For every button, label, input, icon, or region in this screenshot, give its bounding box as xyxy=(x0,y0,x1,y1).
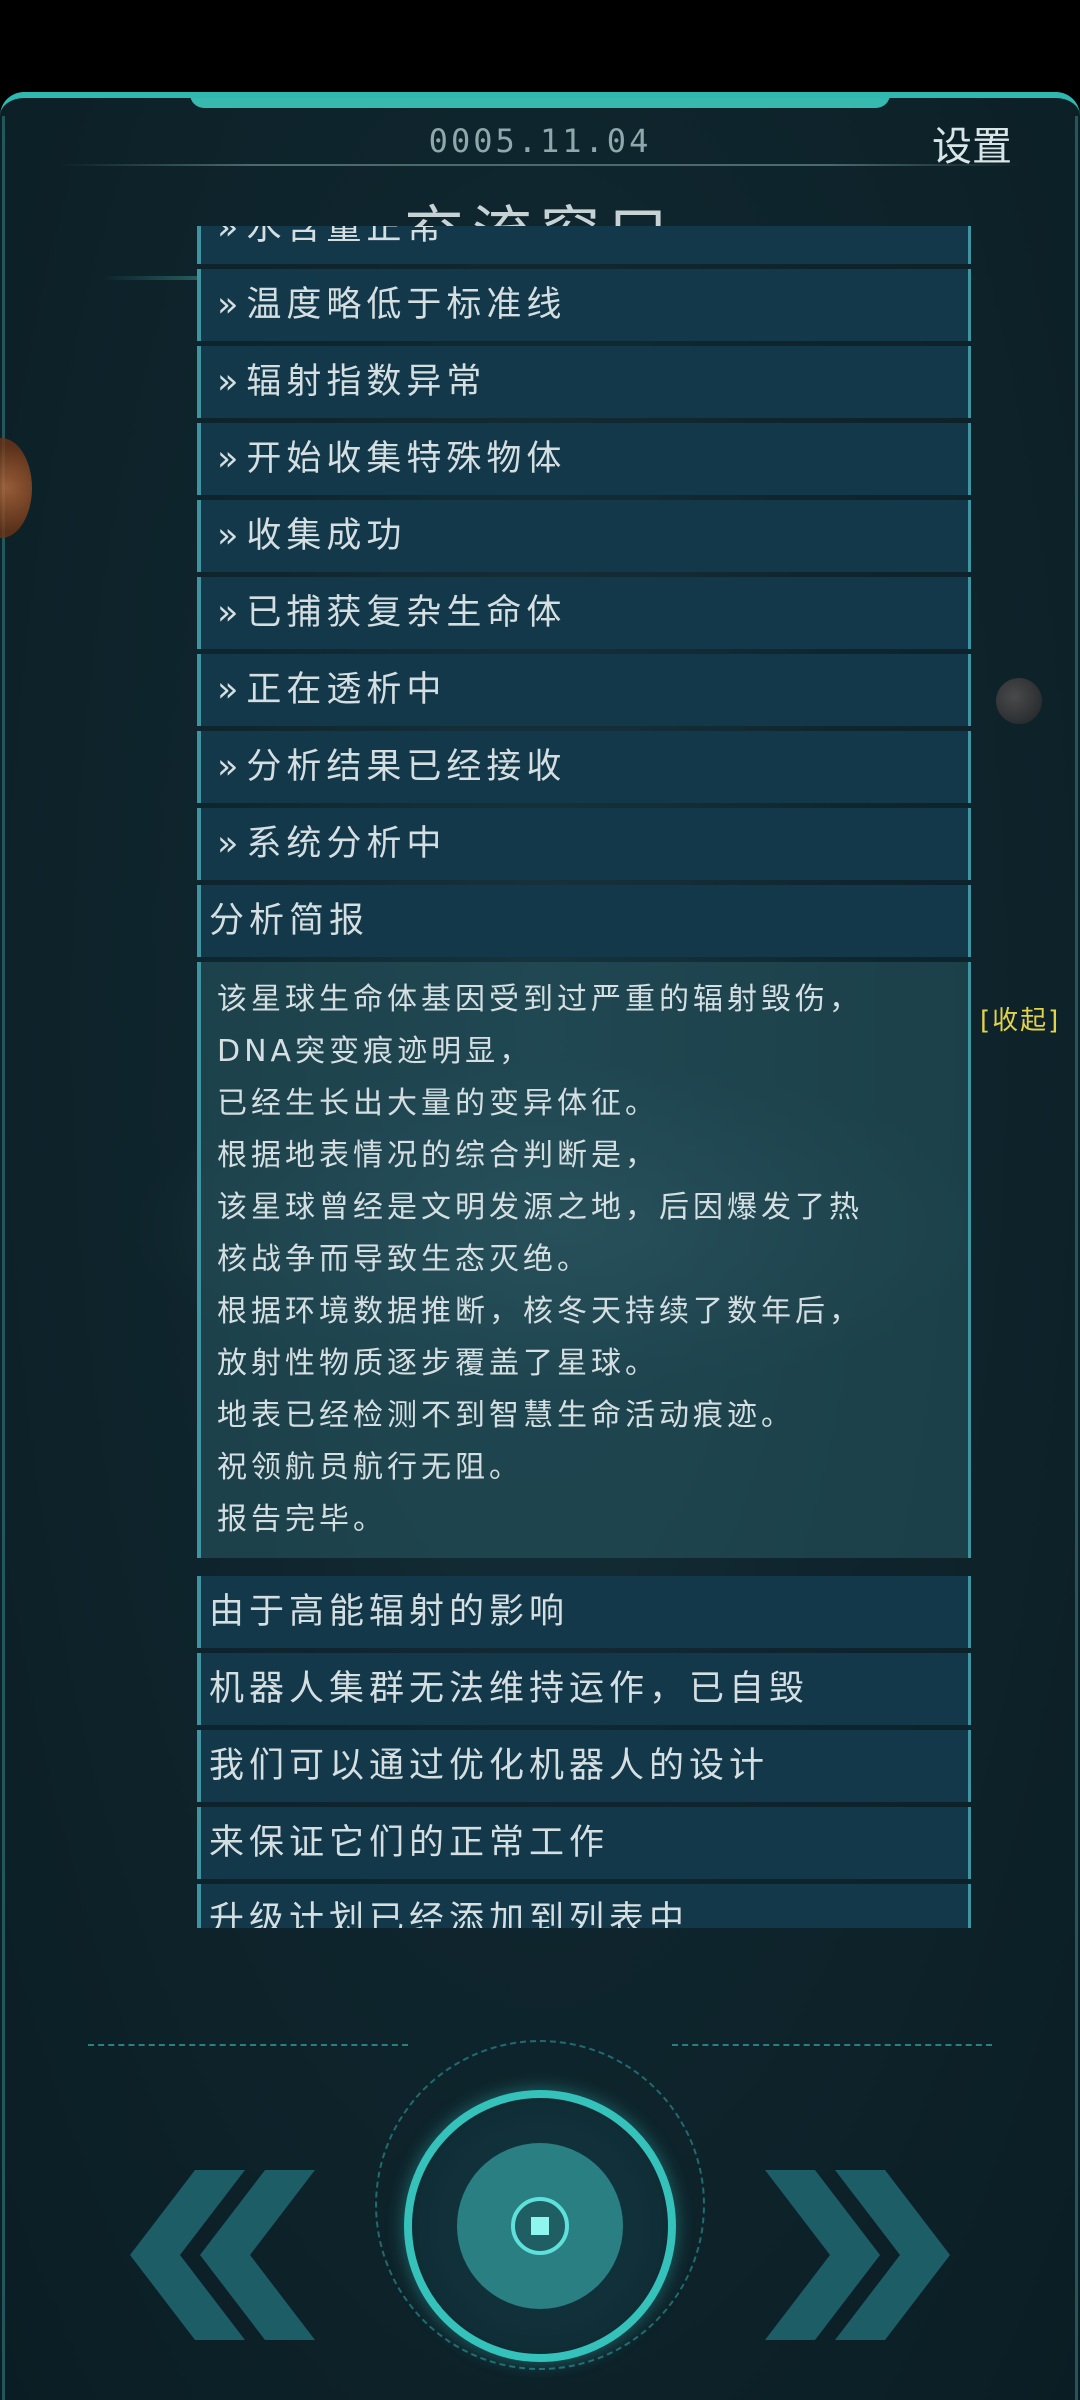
panel-frame-right xyxy=(1075,116,1078,2400)
control-divider-left xyxy=(88,2044,408,2048)
log-item: 机器人集群无法维持运作，已自毁 xyxy=(197,1653,971,1725)
log-item: » 收集成功 xyxy=(197,500,971,572)
log-item: » 辐射指数异常 xyxy=(197,346,971,418)
collapse-button[interactable]: [收起] xyxy=(980,1000,1060,1037)
log-item-text: 开始收集特殊物体 xyxy=(246,439,567,479)
log-item: » 分析结果已经接收 xyxy=(197,731,971,803)
log-item: 由于高能辐射的影响 xyxy=(197,1576,971,1648)
bullet-icon: » xyxy=(217,362,239,402)
planet-decoration xyxy=(0,438,32,538)
header-divider xyxy=(60,164,1020,166)
log-item: 升级计划已经添加到列表中 xyxy=(197,1884,971,1928)
report-body: 该星球生命体基因受到过严重的辐射毁伤， DNA突变痕迹明显， 已经生长出大量的变… xyxy=(197,962,971,1558)
message-log[interactable]: » 水含量正常 » 温度略低于标准线 » 辐射指数异常 » 开始收集特殊物体 » 收集成功… xyxy=(197,226,971,1928)
date-display: 0005.11.04 xyxy=(428,122,652,160)
bullet-icon: » xyxy=(217,226,239,248)
log-item-text: 辐射指数异常 xyxy=(246,362,487,402)
bullet-icon: » xyxy=(217,285,239,325)
report-line: 该星球生命体基因受到过严重的辐射毁伤， xyxy=(217,982,863,1017)
log-item: » 系统分析中 xyxy=(197,808,971,880)
report-line: 放射性物质逐步覆盖了星球。 xyxy=(217,1346,659,1381)
target-dot xyxy=(531,2217,549,2235)
log-item-text: 正在透析中 xyxy=(246,670,447,710)
bullet-icon: » xyxy=(217,824,239,864)
log-item-text: 已捕获复杂生命体 xyxy=(246,593,567,633)
center-button-inner xyxy=(457,2143,623,2309)
report-line: 祝领航员航行无阻。 xyxy=(217,1450,523,1485)
report-line: 该星球曾经是文明发源之地，后因爆发了热 xyxy=(217,1190,863,1225)
screen: 0005.11.04 设置 交流窗口 »水含量正常 »温度略低于标准线 »辐射指… xyxy=(0,0,1080,2400)
report-line: DNA突变痕迹明显， xyxy=(217,1034,534,1069)
next-button[interactable] xyxy=(760,2170,980,2340)
message-log-content: » 水含量正常 » 温度略低于标准线 » 辐射指数异常 » 开始收集特殊物体 » 收集成功… xyxy=(197,226,971,1928)
report-line: 报告完毕。 xyxy=(217,1502,387,1537)
center-action-button[interactable] xyxy=(404,2090,676,2362)
control-divider-right xyxy=(672,2044,992,2048)
report-line: 根据地表情况的综合判断是， xyxy=(217,1138,659,1173)
previous-button[interactable] xyxy=(100,2170,320,2340)
target-icon xyxy=(511,2197,569,2255)
double-chevron-left-icon xyxy=(130,2170,315,2340)
bullet-icon: » xyxy=(217,516,239,556)
log-item: 我们可以通过优化机器人的设计 xyxy=(197,1730,971,1802)
bullet-icon: » xyxy=(217,439,239,479)
planet-decoration-small xyxy=(996,678,1042,724)
log-item-text: 收集成功 xyxy=(246,516,407,556)
log-item-text: 水含量正常 xyxy=(246,226,447,248)
report-line: 根据环境数据推断，核冬天持续了数年后， xyxy=(217,1294,863,1329)
log-item-text: 系统分析中 xyxy=(246,824,447,864)
log-item: » 已捕获复杂生命体 xyxy=(197,577,971,649)
log-item: » 正在透析中 xyxy=(197,654,971,726)
bullet-icon: » xyxy=(217,747,239,787)
log-item: » 温度略低于标准线 xyxy=(197,269,971,341)
report-title: 分析简报 xyxy=(209,901,370,941)
bullet-icon: » xyxy=(217,670,239,710)
report-line: 核战争而导致生态灭绝。 xyxy=(217,1242,591,1277)
report-header: 分析简报 xyxy=(197,885,971,957)
panel-top-glow xyxy=(190,98,890,108)
log-item: 来保证它们的正常工作 xyxy=(197,1807,971,1879)
log-item-text: 温度略低于标准线 xyxy=(246,285,567,325)
bullet-icon: » xyxy=(217,593,239,633)
log-item: » 开始收集特殊物体 xyxy=(197,423,971,495)
report-line: 已经生长出大量的变异体征。 xyxy=(217,1086,659,1121)
double-chevron-right-icon xyxy=(765,2170,950,2340)
log-item: » 水含量正常 xyxy=(197,226,971,264)
report-line: 地表已经检测不到智慧生命活动痕迹。 xyxy=(217,1398,795,1433)
log-item-text: 分析结果已经接收 xyxy=(246,747,567,787)
